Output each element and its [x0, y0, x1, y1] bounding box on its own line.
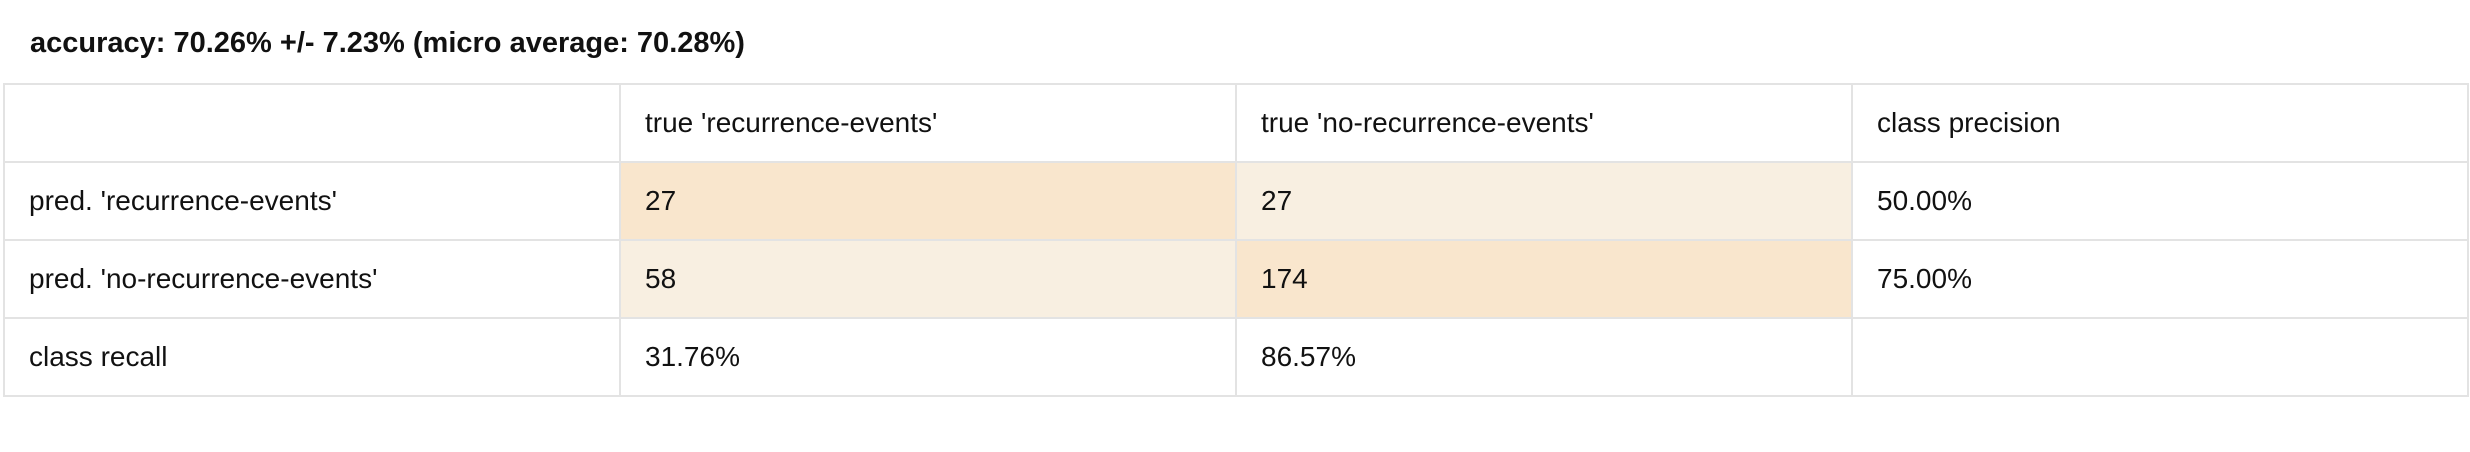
row-label-pred-no-recurrence-events: pred. 'no-recurrence-events' — [3, 239, 621, 319]
cell-precision-recurrence: 50.00% — [1851, 161, 2469, 241]
cell-pred-no-recurrence-true-no-recurrence: 174 — [1235, 239, 1853, 319]
accuracy-summary: accuracy: 70.26% +/- 7.23% (micro averag… — [30, 27, 745, 59]
header-corner-cell — [3, 83, 621, 163]
header-class-precision: class precision — [1851, 83, 2469, 163]
cell-pred-recurrence-true-no-recurrence: 27 — [1235, 161, 1853, 241]
header-true-no-recurrence-events: true 'no-recurrence-events' — [1235, 83, 1853, 163]
table-row: pred. 'no-recurrence-events' 58 174 75.0… — [3, 239, 2469, 319]
header-true-recurrence-events: true 'recurrence-events' — [619, 83, 1237, 163]
cell-recall-blank — [1851, 317, 2469, 397]
table-header-row: true 'recurrence-events' true 'no-recurr… — [3, 83, 2469, 163]
table-row: pred. 'recurrence-events' 27 27 50.00% — [3, 161, 2469, 241]
cell-pred-recurrence-true-recurrence: 27 — [619, 161, 1237, 241]
row-label-pred-recurrence-events: pred. 'recurrence-events' — [3, 161, 621, 241]
cell-recall-recurrence: 31.76% — [619, 317, 1237, 397]
cell-precision-no-recurrence: 75.00% — [1851, 239, 2469, 319]
table-row-class-recall: class recall 31.76% 86.57% — [3, 317, 2469, 397]
cell-recall-no-recurrence: 86.57% — [1235, 317, 1853, 397]
row-label-class-recall: class recall — [3, 317, 621, 397]
confusion-matrix-table: true 'recurrence-events' true 'no-recurr… — [3, 83, 2469, 397]
cell-pred-no-recurrence-true-recurrence: 58 — [619, 239, 1237, 319]
